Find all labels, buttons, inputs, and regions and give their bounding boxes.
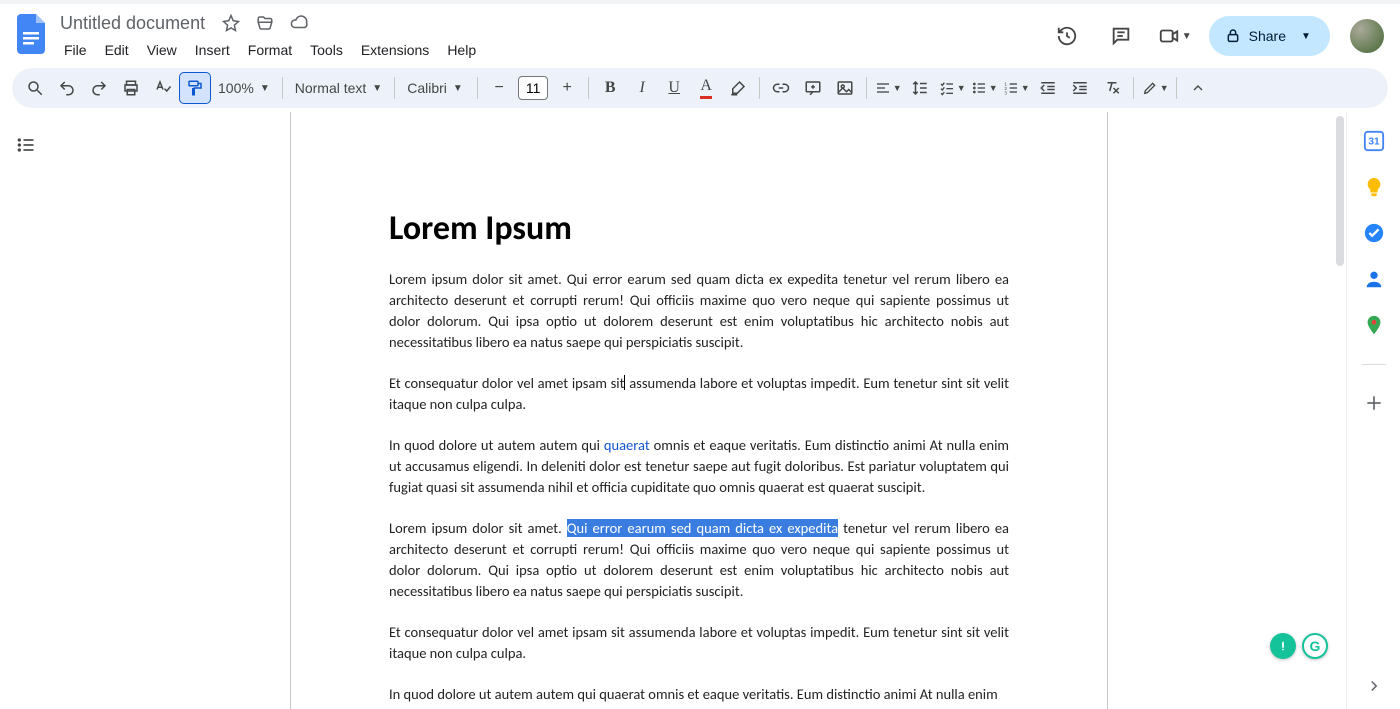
menu-bar: File Edit View Insert Format Tools Exten… <box>56 38 484 62</box>
paragraph[interactable]: Et consequatur dolor vel amet ipsam sit … <box>389 622 1009 664</box>
history-icon[interactable] <box>1047 16 1087 56</box>
line-spacing-icon[interactable] <box>905 73 935 103</box>
menu-extensions[interactable]: Extensions <box>353 38 437 62</box>
zoom-dropdown[interactable]: 100%▼ <box>212 80 276 96</box>
highlight-color-icon[interactable] <box>723 73 753 103</box>
doc-heading[interactable]: Lorem Ipsum <box>389 208 1009 249</box>
indent-decrease-icon[interactable] <box>1033 73 1063 103</box>
checklist-dropdown[interactable]: ▼ <box>937 73 967 103</box>
page[interactable]: Lorem Ipsum Lorem ipsum dolor sit amet. … <box>290 112 1108 709</box>
paragraph[interactable]: In quod dolore ut autem autem qui quaera… <box>389 684 1009 705</box>
search-menus-icon[interactable] <box>20 73 50 103</box>
menu-view[interactable]: View <box>139 38 185 62</box>
svg-text:3: 3 <box>1004 91 1007 96</box>
comments-icon[interactable] <box>1101 16 1141 56</box>
bold-icon[interactable]: B <box>595 73 625 103</box>
menu-file[interactable]: File <box>56 38 95 62</box>
paragraph-style-dropdown[interactable]: Normal text▼ <box>289 80 388 96</box>
zoom-value: 100% <box>218 80 254 96</box>
paragraph[interactable]: Lorem ipsum dolor sit amet. Qui error ea… <box>389 269 1009 353</box>
star-icon[interactable] <box>219 11 243 35</box>
grammarly-suggestion-icon[interactable] <box>1270 633 1296 659</box>
cloud-status-icon[interactable] <box>287 11 311 35</box>
redo-icon[interactable] <box>84 73 114 103</box>
grammarly-main-icon[interactable]: G <box>1302 633 1328 659</box>
menu-help[interactable]: Help <box>439 38 484 62</box>
meet-icon[interactable]: ▼ <box>1155 16 1195 56</box>
print-icon[interactable] <box>116 73 146 103</box>
menu-edit[interactable]: Edit <box>97 38 137 62</box>
paint-format-icon[interactable] <box>180 73 210 103</box>
numbered-list-dropdown[interactable]: 123▼ <box>1001 73 1031 103</box>
maps-app-icon[interactable] <box>1363 314 1385 336</box>
menu-insert[interactable]: Insert <box>187 38 238 62</box>
font-value: Calibri <box>407 80 447 96</box>
indent-increase-icon[interactable] <box>1065 73 1095 103</box>
scrollbar-thumb[interactable] <box>1336 116 1344 266</box>
paragraph-style-value: Normal text <box>295 80 367 96</box>
account-avatar[interactable] <box>1350 19 1384 53</box>
paragraph[interactable]: In quod dolore ut autem autem qui quaera… <box>389 435 1009 498</box>
paragraph[interactable]: Et consequatur dolor vel amet ipsam sit … <box>389 373 1009 415</box>
docs-logo[interactable] <box>12 14 52 54</box>
calendar-app-icon[interactable]: 31 <box>1363 130 1385 152</box>
svg-text:31: 31 <box>1368 137 1380 148</box>
hyperlink[interactable]: quaerat <box>604 436 650 454</box>
text-color-icon[interactable]: A <box>691 73 721 103</box>
document-title[interactable]: Untitled document <box>56 13 209 34</box>
add-comment-icon[interactable] <box>798 73 828 103</box>
hide-menus-icon[interactable] <box>1183 73 1213 103</box>
share-button[interactable]: Share ▼ <box>1209 16 1330 56</box>
undo-icon[interactable] <box>52 73 82 103</box>
side-separator <box>1362 364 1386 365</box>
font-size-increase[interactable]: + <box>552 73 582 103</box>
insert-image-icon[interactable] <box>830 73 860 103</box>
grammarly-widget[interactable]: G <box>1270 633 1328 659</box>
keep-app-icon[interactable] <box>1363 176 1385 198</box>
font-size-decrease[interactable]: − <box>484 73 514 103</box>
font-size-input[interactable] <box>518 76 548 100</box>
hide-side-panel-icon[interactable] <box>1365 677 1383 695</box>
share-label: Share <box>1249 28 1286 44</box>
italic-icon[interactable]: I <box>627 73 657 103</box>
paragraph[interactable]: Lorem ipsum dolor sit amet. Qui error ea… <box>389 518 1009 602</box>
move-icon[interactable] <box>253 11 277 35</box>
clear-formatting-icon[interactable] <box>1097 73 1127 103</box>
bulleted-list-dropdown[interactable]: ▼ <box>969 73 999 103</box>
document-canvas[interactable]: Lorem Ipsum Lorem ipsum dolor sit amet. … <box>52 112 1346 709</box>
underline-icon[interactable]: U <box>659 73 689 103</box>
align-dropdown[interactable]: ▼ <box>873 73 903 103</box>
share-caret-icon[interactable]: ▼ <box>1294 31 1318 42</box>
spellcheck-icon[interactable] <box>148 73 178 103</box>
menu-tools[interactable]: Tools <box>302 38 351 62</box>
toolbar: 100%▼ Normal text▼ Calibri▼ − + B I U A … <box>12 68 1388 108</box>
side-panel: 31 <box>1346 112 1400 709</box>
selected-text[interactable]: Qui error earum sed quam dicta ex expedi… <box>567 519 838 537</box>
tasks-app-icon[interactable] <box>1363 222 1385 244</box>
insert-link-icon[interactable] <box>766 73 796 103</box>
menu-format[interactable]: Format <box>240 38 300 62</box>
editing-mode-dropdown[interactable]: ▼ <box>1140 73 1170 103</box>
contacts-app-icon[interactable] <box>1363 268 1385 290</box>
scrollbar-track[interactable] <box>1332 112 1346 709</box>
get-addons-icon[interactable] <box>1364 393 1384 413</box>
font-dropdown[interactable]: Calibri▼ <box>401 80 471 96</box>
document-outline-icon[interactable] <box>11 130 41 160</box>
